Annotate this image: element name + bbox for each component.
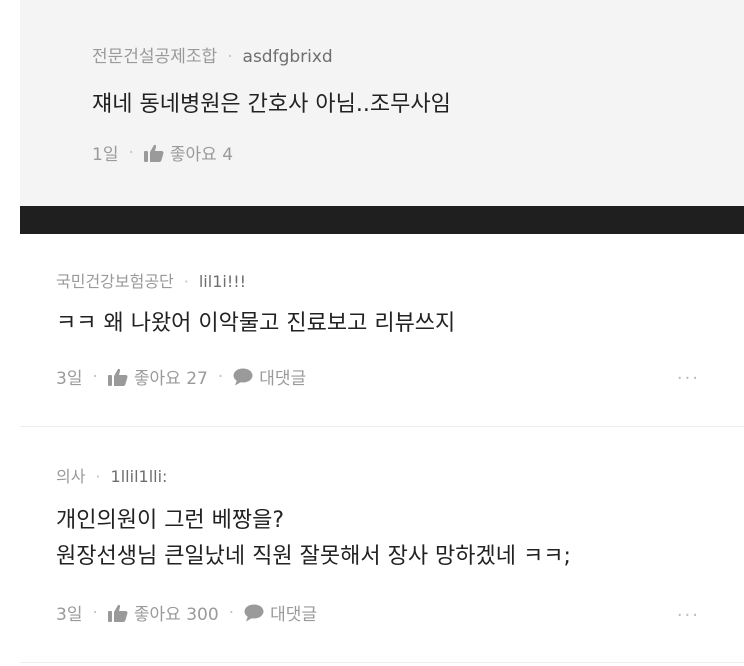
reply-label: 대댓글 <box>259 369 307 389</box>
meta-separator: · <box>183 272 189 291</box>
footer-separator: · <box>92 366 98 387</box>
author-company[interactable]: 전문건설공제조합 <box>92 47 217 67</box>
comment-time: 1일 <box>92 145 119 165</box>
footer-separator: · <box>228 602 235 623</box>
thumbs-up-icon <box>107 604 128 622</box>
comment-footer: 1일 · 좋아요 4 <box>92 140 234 166</box>
like-count: 좋아요 4 <box>169 145 234 165</box>
meta-separator: · <box>95 467 101 486</box>
comment-time: 3일 <box>56 369 83 389</box>
more-dots-icon[interactable]: ··· <box>677 368 700 389</box>
comment-meta: 의사 · 1llil1lli: <box>56 463 167 487</box>
like-button[interactable]: 좋아요 27 <box>107 364 208 389</box>
comment-line: 개인의원이 그런 베짱을? <box>56 508 285 533</box>
footer-separator: · <box>128 142 134 163</box>
author-company[interactable]: 의사 <box>56 467 85 486</box>
reply-button[interactable]: 대댓글 <box>233 364 306 389</box>
section-divider-band <box>20 206 744 234</box>
comment-thread: 전문건설공제조합 · asdfgbrixd 쟤네 동네병원은 간호사 아님..조무사… <box>0 0 744 666</box>
footer-separator: · <box>92 602 98 623</box>
comment-text: ㅋㅋ 왜 나왔어 이악물고 진료보고 리뷰쓰지 <box>56 306 455 342</box>
speech-bubble-icon <box>233 368 253 385</box>
comment-item: 국민건강보험공단 · lil1i!!! ㅋㅋ 왜 나왔어 이악물고 진료보고 리뷰쓰… <box>20 234 744 426</box>
footer-separator: · <box>217 366 224 387</box>
like-count: 좋아요 300 <box>133 605 219 625</box>
comment-meta: 국민건강보험공단 · lil1i!!! <box>56 268 246 292</box>
like-count: 좋아요 27 <box>133 369 208 389</box>
reply-button[interactable]: 대댓글 <box>244 600 317 625</box>
comment-meta: 전문건설공제조합 · asdfgbrixd <box>92 42 333 67</box>
comment-footer: 3일 · 좋아요 300 · 대댓글 <box>56 600 317 626</box>
thumbs-up-icon <box>107 368 128 386</box>
comment-item: 의사 · 1llil1lli: 개인의원이 그런 베짱을? 원장선생님 큰일났네 직… <box>20 427 744 662</box>
reply-comment: 전문건설공제조합 · asdfgbrixd 쟤네 동네병원은 간호사 아님..조무사… <box>20 0 744 206</box>
author-username[interactable]: asdfgbrixd <box>243 47 333 67</box>
author-username[interactable]: 1llil1lli: <box>111 467 168 486</box>
like-button[interactable]: 좋아요 300 <box>107 600 219 625</box>
comment-line: 원장선생님 큰일났네 직원 잘못해서 장사 망하겠네 ㅋㅋ; <box>56 544 571 569</box>
speech-bubble-icon <box>244 604 264 621</box>
comment-text: 개인의원이 그런 베짱을? 원장선생님 큰일났네 직원 잘못해서 장사 망하겠네… <box>56 503 571 575</box>
meta-separator: · <box>227 47 233 67</box>
comment-footer: 3일 · 좋아요 27 · 대댓글 <box>56 364 306 390</box>
like-button[interactable]: 좋아요 4 <box>143 140 234 165</box>
comment-time: 3일 <box>56 605 83 625</box>
thumbs-up-icon <box>143 144 164 162</box>
comment-text: 쟤네 동네병원은 간호사 아님..조무사임 <box>92 92 451 117</box>
comment-divider <box>20 662 744 663</box>
author-username[interactable]: lil1i!!! <box>199 272 246 291</box>
reply-label: 대댓글 <box>270 605 317 625</box>
author-company[interactable]: 국민건강보험공단 <box>56 272 174 291</box>
comment-line: ㅋㅋ 왜 나왔어 이악물고 진료보고 리뷰쓰지 <box>56 311 456 336</box>
more-dots-icon[interactable]: ··· <box>677 605 700 626</box>
